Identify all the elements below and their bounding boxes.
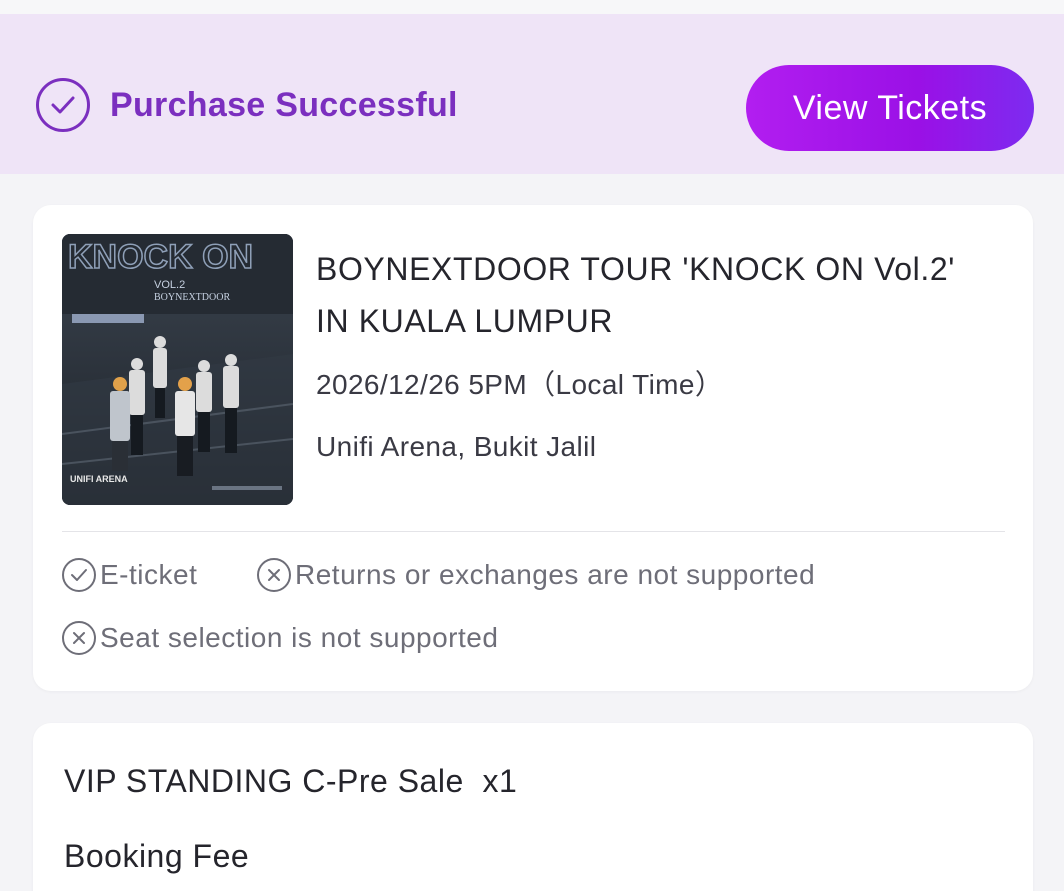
- note-eticket: E-ticket: [62, 558, 197, 592]
- top-strip: [0, 0, 1064, 14]
- booking-fee-label: Booking Fee: [64, 838, 250, 874]
- event-venue: Unifi Arena, Bukit Jalil: [316, 431, 597, 462]
- event-card[interactable]: KNOCK ON VOL.2 BOYNEXTDOOR UNIFI ARENA B…: [33, 205, 1033, 691]
- x-circle-icon: [257, 558, 291, 592]
- view-tickets-button[interactable]: View Tickets: [746, 65, 1034, 151]
- poster-venue: UNIFI ARENA: [70, 474, 128, 484]
- divider: [62, 531, 1005, 532]
- note-returns: Returns or exchanges are not supported: [257, 558, 815, 592]
- event-datetime: 2026/12/26 5PM（Local Time）: [316, 369, 724, 400]
- poster-artist: BOYNEXTDOOR: [154, 292, 230, 303]
- note-label: Seat selection is not supported: [100, 622, 499, 653]
- note-label: Returns or exchanges are not supported: [295, 559, 816, 590]
- success-banner: Purchase Successful View Tickets: [0, 14, 1064, 174]
- event-poster: KNOCK ON VOL.2 BOYNEXTDOOR UNIFI ARENA: [62, 234, 293, 505]
- note-seat-selection: Seat selection is not supported: [62, 621, 498, 655]
- check-circle-icon: [62, 558, 96, 592]
- note-label: E-ticket: [100, 559, 198, 590]
- poster-title: KNOCK ON: [68, 238, 253, 276]
- poster-vol: VOL.2: [154, 279, 185, 291]
- ticket-name: VIP STANDING C-Pre Sale x1: [64, 763, 518, 799]
- event-title: BOYNEXTDOOR TOUR 'KNOCK ON Vol.2' IN KUA…: [316, 251, 955, 339]
- ticket-card: VIP STANDING C-Pre Sale x1 Booking Fee: [33, 723, 1033, 891]
- x-circle-icon: [62, 621, 96, 655]
- purchase-status: Purchase Successful: [110, 86, 458, 124]
- check-circle-icon: [36, 78, 90, 132]
